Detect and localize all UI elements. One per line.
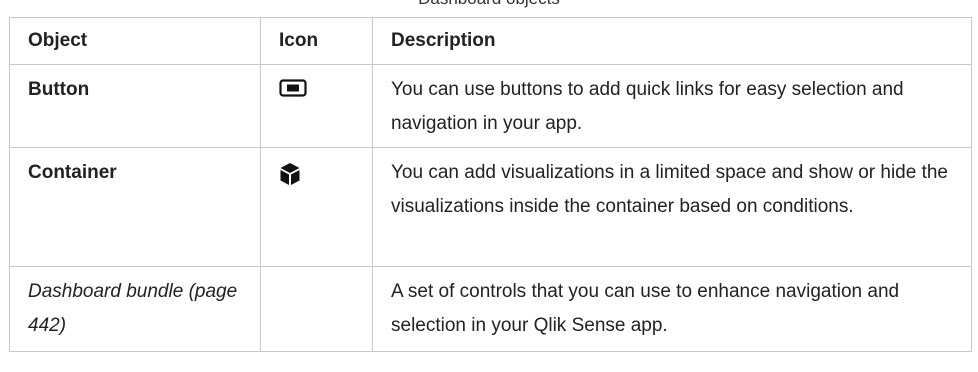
object-name: Container: [9, 147, 261, 267]
object-description: You can use buttons to add quick links f…: [372, 64, 972, 148]
object-name: Button: [9, 64, 261, 148]
icon-cell: [260, 266, 373, 352]
table-header-row: Object Icon Description: [9, 17, 972, 65]
page: Dashboard objects Object Icon Descriptio…: [0, 0, 978, 372]
icon-cell: [260, 147, 373, 267]
table-row: Dashboard bundle (page 442) A set of con…: [9, 266, 972, 352]
header-description: Description: [372, 17, 972, 65]
table-caption: Dashboard objects: [0, 0, 978, 10]
button-icon: [279, 79, 307, 97]
table-row: Button You can use buttons to add quick …: [9, 64, 972, 148]
dashboard-bundle-link[interactable]: Dashboard bundle (page 442): [9, 266, 261, 352]
object-description: You can add visualizations in a limited …: [372, 147, 972, 267]
icon-cell: [260, 64, 373, 148]
header-object: Object: [9, 17, 261, 65]
header-icon: Icon: [260, 17, 373, 65]
object-description: A set of controls that you can use to en…: [372, 266, 972, 352]
dashboard-objects-table: Object Icon Description Button You can u…: [9, 17, 972, 352]
container-cube-icon: [279, 162, 301, 186]
table-row: Container You can add visualizations in …: [9, 147, 972, 267]
